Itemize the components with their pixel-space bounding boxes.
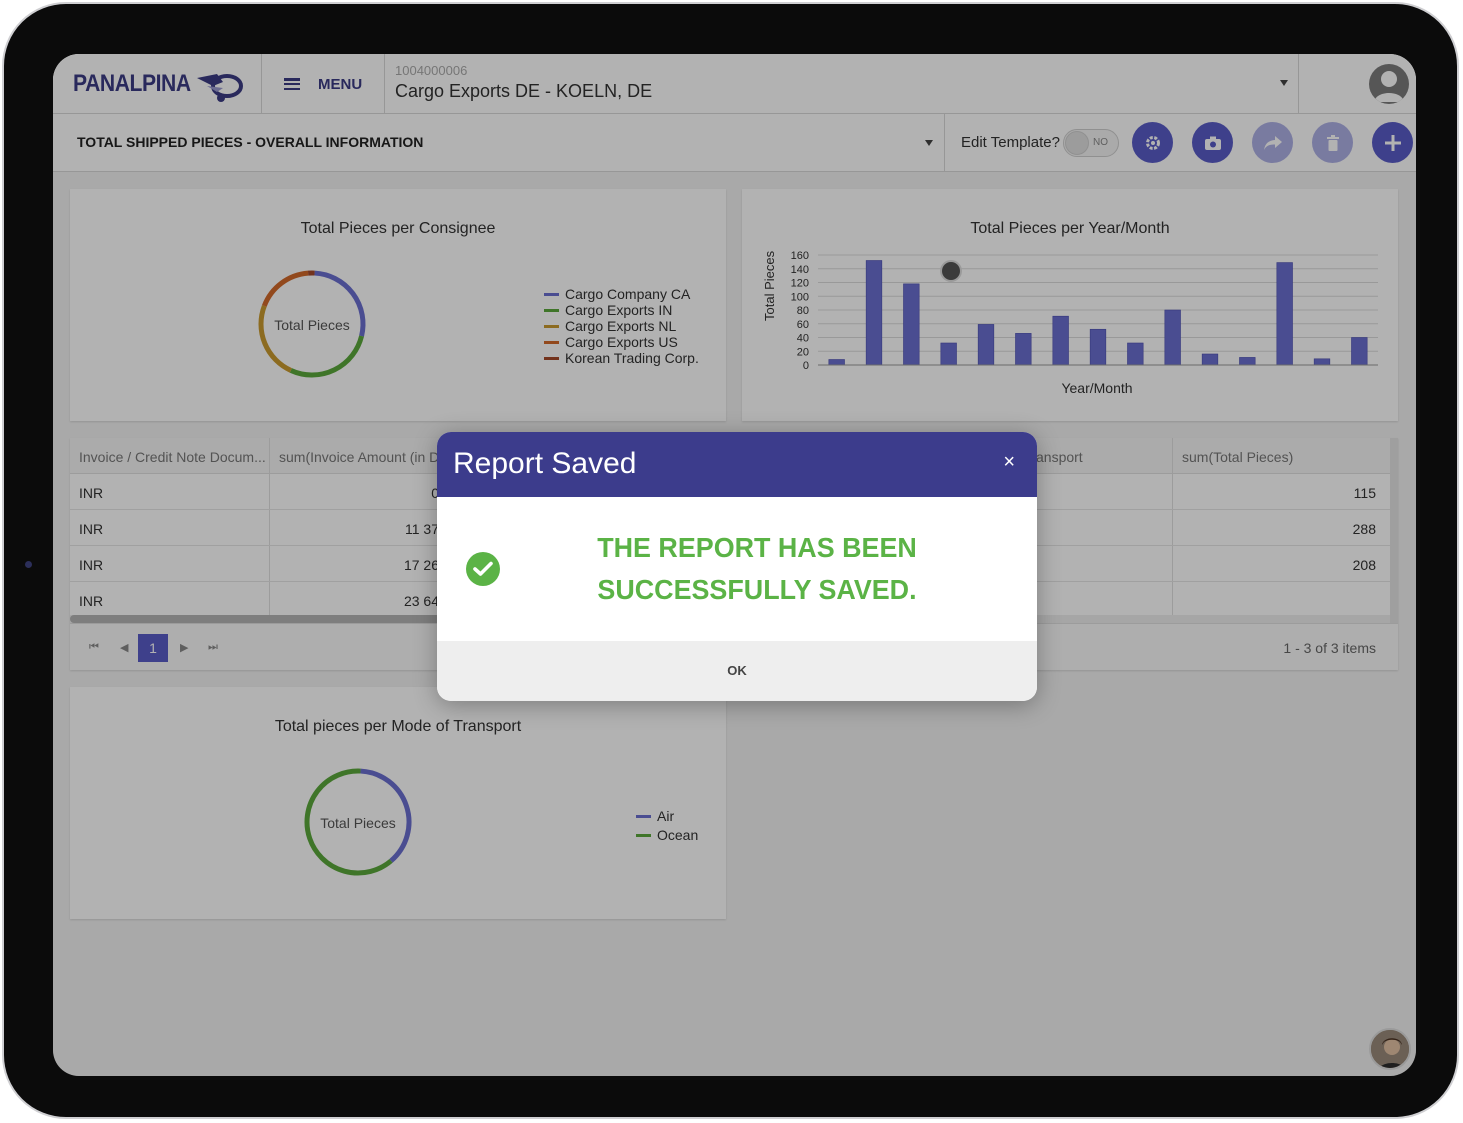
- success-check-icon: [466, 552, 500, 586]
- message-line-2: SUCCESSFULLY SAVED.: [597, 574, 917, 605]
- dialog-footer: OK: [437, 641, 1037, 701]
- report-saved-dialog: Report Saved × THE REPORT HAS BEEN SUCCE…: [437, 432, 1037, 701]
- dialog-body: THE REPORT HAS BEEN SUCCESSFULLY SAVED.: [437, 497, 1037, 641]
- camera-dot: [25, 561, 32, 568]
- ok-button[interactable]: OK: [437, 641, 1037, 701]
- tablet-frame: PANALPINA MENU 1004000006 Cargo Exports …: [2, 2, 1459, 1119]
- dialog-title: Report Saved: [453, 447, 637, 480]
- message-line-1: THE REPORT HAS BEEN: [597, 532, 917, 563]
- app-screen: PANALPINA MENU 1004000006 Cargo Exports …: [53, 54, 1416, 1076]
- dialog-message: THE REPORT HAS BEEN SUCCESSFULLY SAVED.: [565, 527, 949, 611]
- dialog-header: Report Saved ×: [437, 432, 1037, 497]
- close-icon[interactable]: ×: [1003, 452, 1015, 472]
